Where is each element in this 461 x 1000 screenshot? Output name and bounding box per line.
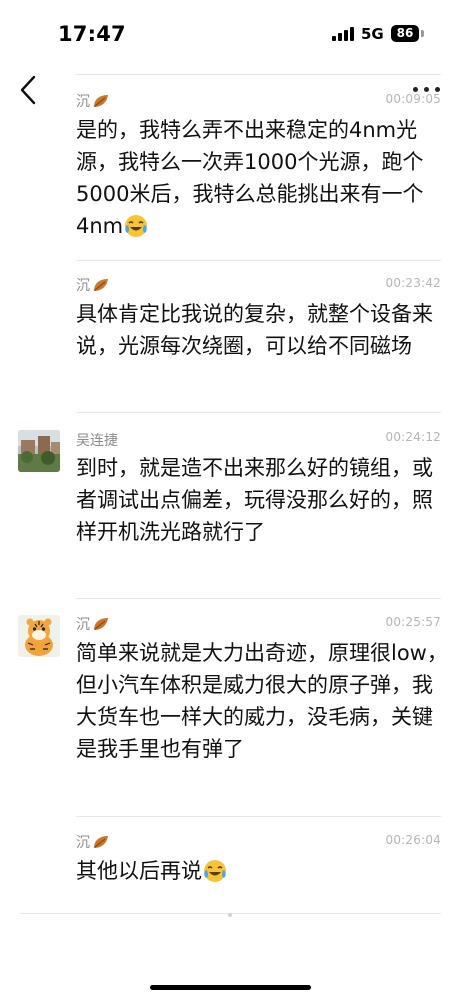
message-item[interactable]: 沉 00:26:04 其他以后再说: [0, 816, 461, 914]
message-divider: [76, 260, 441, 261]
leaf-icon: [94, 618, 108, 630]
battery-icon: 86: [391, 25, 419, 42]
message-text: 简单来说就是大力出奇迹，原理很low，但小汽车体积是威力很大的原子弹，我大货车也…: [76, 641, 448, 761]
leaf-icon: [94, 279, 108, 291]
sender-name-text: 沉: [76, 94, 90, 110]
message-divider: [76, 598, 441, 599]
message-time: 00:25:57: [385, 615, 441, 629]
building-photo-avatar: [18, 430, 60, 472]
message-text: 具体肯定比我说的复杂，就整个设备来说，光源每次绕圈，可以给不同磁场: [76, 302, 433, 358]
message-item[interactable]: 沉 00:23:42 具体肯定比我说的复杂，就整个设备来说，光源每次绕圈，可以给…: [0, 260, 461, 412]
status-bar: 17:47 5G 86: [0, 0, 461, 62]
sender-name: 吴连捷: [76, 433, 118, 449]
message-item[interactable]: 沉 00:09:05 是的，我特么弄不出来稳定的4nm光源，我特么一次弄1000…: [0, 74, 461, 260]
message-time: 00:09:05: [385, 92, 441, 106]
home-indicator[interactable]: [150, 985, 311, 990]
avatar[interactable]: [18, 430, 60, 472]
status-time: 17:47: [58, 22, 126, 46]
network-type: 5G: [361, 25, 384, 43]
battery-tip: [421, 30, 424, 37]
leaf-icon: [94, 95, 108, 107]
tiger-cartoon-avatar: [18, 615, 60, 657]
sender-name: 沉: [76, 91, 110, 111]
message-time: 00:26:04: [385, 833, 441, 847]
message-item[interactable]: 沉 00:25:57 简单来说就是大力出奇迹，原理很low，但小汽车体积是威力很…: [0, 598, 461, 816]
message-divider: [76, 816, 441, 817]
message-divider: [76, 74, 441, 75]
message-text: 是的，我特么弄不出来稳定的4nm光源，我特么一次弄1000个光源，跑个5000米…: [76, 114, 448, 242]
avatar[interactable]: [18, 615, 60, 657]
sender-name: 沉: [76, 275, 110, 295]
cellular-signal-icon: [332, 26, 354, 41]
message-text: 其他以后再说: [76, 855, 448, 887]
sender-name-text: 沉: [76, 278, 90, 294]
message-divider: [76, 412, 441, 413]
leaf-icon: [94, 836, 108, 848]
sender-name-text: 沉: [76, 617, 90, 633]
laughing-crying-emoji-icon: [204, 860, 226, 882]
message-text: 到时，就是造不出来那么好的镜组，或者调试出点偏差，玩得没那么好的，照样开机洗光路…: [76, 456, 433, 544]
sender-name-text: 沉: [76, 835, 90, 851]
message-item[interactable]: 吴连捷 00:24:12 到时，就是造不出来那么好的镜组，或者调试出点偏差，玩得…: [0, 412, 461, 598]
message-text-content: 其他以后再说: [76, 859, 202, 883]
scroll-indicator: [228, 913, 232, 917]
laughing-crying-emoji-icon: [125, 215, 148, 237]
sender-name: 沉: [76, 832, 110, 852]
sender-name: 沉: [76, 614, 110, 634]
message-time: 00:23:42: [385, 276, 441, 290]
message-time: 00:24:12: [385, 430, 441, 444]
